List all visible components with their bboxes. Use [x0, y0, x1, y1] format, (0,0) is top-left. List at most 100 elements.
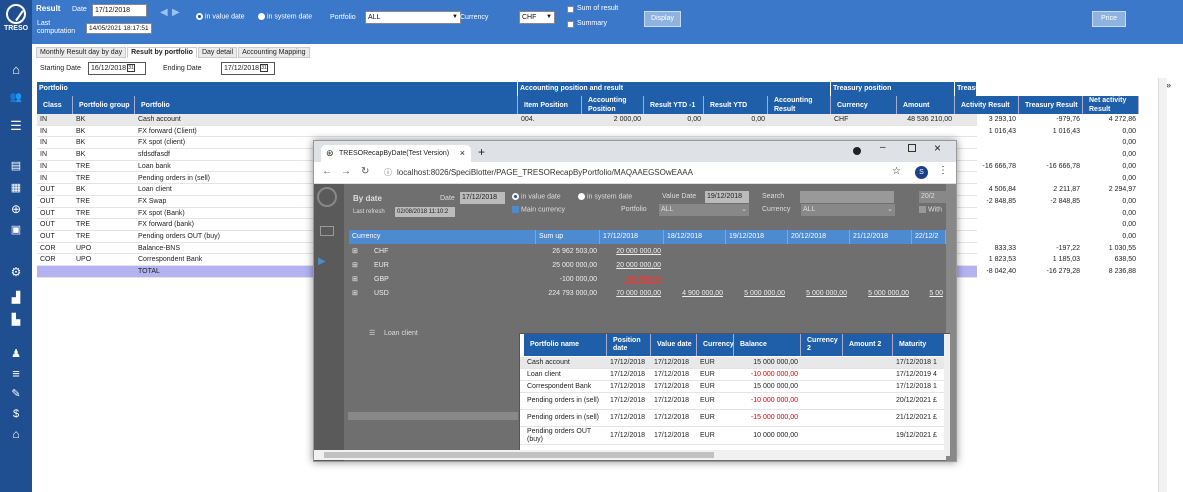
- popup-row[interactable]: Loan client 17/12/2018 17/12/2018 EUR -10 00…: [520, 369, 945, 381]
- price-button[interactable]: Price: [1092, 11, 1126, 27]
- browser-tab[interactable]: ⊛ TRESORecapByDate(Test Version) ×: [321, 145, 471, 162]
- calendar-icon[interactable]: 31: [127, 64, 136, 73]
- popup-row[interactable]: Pending orders in (sell) 17/12/2018 17/12/…: [520, 393, 945, 410]
- column-header[interactable]: Item Position: [518, 96, 582, 114]
- column-header[interactable]: Currency: [831, 96, 897, 114]
- inner-radio-value-date[interactable]: in value date: [512, 193, 561, 200]
- column-header[interactable]: Treasury Result: [1019, 96, 1083, 114]
- vertical-scrollbar[interactable]: [1158, 78, 1167, 492]
- users-icon[interactable]: 👥: [6, 90, 26, 106]
- currency-select[interactable]: CHF ▼: [519, 11, 555, 24]
- popup-column-header[interactable]: Currency: [697, 334, 734, 356]
- info-icon[interactable]: ⓘ: [384, 167, 392, 178]
- date-input[interactable]: 17/12/2018: [92, 4, 147, 17]
- bank-icon[interactable]: ⌂: [6, 426, 26, 442]
- dollar-icon[interactable]: $: [6, 406, 26, 422]
- popup-column-header[interactable]: Position date: [607, 334, 651, 356]
- briefcase-icon[interactable]: ▣: [6, 222, 26, 238]
- tab-accounting-mapping[interactable]: Accounting Mapping: [238, 47, 310, 58]
- calendar-icon[interactable]: 31: [260, 64, 269, 73]
- popup-column-header[interactable]: Value date: [651, 334, 697, 356]
- ending-date-input[interactable]: 17/12/2018 31: [221, 62, 275, 75]
- user-settings-icon[interactable]: ♟: [6, 346, 26, 362]
- inner-column-header[interactable]: 21/12/2018: [850, 230, 912, 244]
- edit-document-icon[interactable]: ✎: [6, 386, 26, 402]
- bar-chart-icon[interactable]: ▟: [6, 290, 26, 306]
- expand-arrow-icon[interactable]: ▶: [318, 256, 326, 267]
- column-header[interactable]: Result YTD: [704, 96, 768, 114]
- popup-column-header[interactable]: Balance: [734, 334, 801, 356]
- reload-icon[interactable]: ↻: [361, 166, 369, 177]
- main-currency-checkbox[interactable]: Main currency: [512, 206, 565, 213]
- next-date-icon[interactable]: ▶: [172, 7, 180, 18]
- inner-hscroll[interactable]: [348, 412, 518, 420]
- table-row[interactable]: IN BK FX forward (Client) 1 016,43 1 016,43 0…: [37, 126, 1136, 138]
- display-button[interactable]: Display: [644, 11, 681, 27]
- inner-column-header[interactable]: Sum up: [536, 230, 600, 244]
- with-checkbox[interactable]: With: [919, 206, 942, 213]
- inner-date-input[interactable]: 17/12/2018: [460, 192, 505, 204]
- column-header[interactable]: Net activity Result: [1083, 96, 1139, 114]
- column-header[interactable]: Class: [37, 96, 73, 114]
- inner-column-header[interactable]: 20/12/2018: [788, 230, 850, 244]
- radio-system-date[interactable]: in system date: [258, 13, 312, 20]
- drag-handle-icon[interactable]: ☰: [369, 329, 375, 337]
- expand-row-icon[interactable]: ⊞: [352, 273, 358, 286]
- inner-column-header[interactable]: 18/12/2018: [664, 230, 726, 244]
- star-icon[interactable]: ☆: [892, 166, 901, 177]
- close-tab-icon[interactable]: ×: [460, 145, 465, 162]
- settings-icon[interactable]: ⚙: [6, 264, 26, 280]
- portfolio-select[interactable]: ALL ▼: [365, 11, 461, 24]
- expand-row-icon[interactable]: ⊞: [352, 287, 358, 300]
- popup-column-header[interactable]: Maturity: [893, 334, 947, 356]
- column-header[interactable]: Accounting Position: [582, 96, 644, 114]
- back-icon[interactable]: ←: [322, 166, 332, 177]
- maximize-icon[interactable]: [908, 144, 916, 152]
- expand-row-icon[interactable]: ⊞: [352, 259, 358, 272]
- inner-corner-date[interactable]: 20/2: [919, 191, 949, 203]
- column-header[interactable]: Accounting Result: [768, 96, 831, 114]
- popup-column-header[interactable]: Currency 2: [801, 334, 843, 356]
- inner-portfolio-select[interactable]: ALL ⌄: [659, 204, 749, 216]
- more-menu-icon[interactable]: ⋮: [938, 165, 948, 176]
- layout-icon[interactable]: ▙: [6, 312, 26, 328]
- inner-radio-system-date[interactable]: in system date: [578, 193, 632, 200]
- forward-icon[interactable]: →: [341, 166, 351, 177]
- inner-column-header[interactable]: Currency: [349, 230, 536, 244]
- menu-lines-icon[interactable]: ≡: [6, 366, 26, 382]
- column-header[interactable]: Amount: [897, 96, 955, 114]
- radio-value-date[interactable]: in value date: [196, 13, 245, 20]
- close-window-icon[interactable]: ×: [934, 141, 941, 155]
- inner-column-header[interactable]: 17/12/2018: [600, 230, 664, 244]
- minimize-icon[interactable]: –: [880, 142, 886, 153]
- table-row[interactable]: IN BK Cash account 004. 2 000,00 0,00 0,00 CHF 4…: [37, 114, 1136, 126]
- tab-monthly-result[interactable]: Monthly Result day by day: [36, 47, 127, 58]
- record-icon[interactable]: [853, 147, 861, 155]
- column-header[interactable]: Activity Result: [955, 96, 1019, 114]
- document-settings-icon[interactable]: ▤: [6, 158, 26, 174]
- inner-column-header[interactable]: 22/12/2: [912, 230, 946, 244]
- window-hscroll[interactable]: [314, 450, 946, 460]
- url-text[interactable]: localhost:8026/SpeciBlotter/PAGE_TRESORe…: [397, 168, 693, 177]
- popup-vscroll[interactable]: [944, 334, 950, 456]
- tab-day-detail[interactable]: Day detail: [197, 47, 238, 58]
- hscroll-thumb[interactable]: [324, 452, 714, 458]
- inner-column-header[interactable]: 19/12/2018: [726, 230, 788, 244]
- popup-column-header[interactable]: Portfolio name: [524, 334, 607, 356]
- expand-row-icon[interactable]: ⊞: [352, 245, 358, 258]
- calculator-icon[interactable]: ▦: [6, 180, 26, 196]
- popup-row[interactable]: Correspondent Bank 17/12/2018 17/12/2018 EU…: [520, 381, 945, 393]
- inner-currency-select[interactable]: ALL ⌄: [801, 204, 895, 216]
- avatar[interactable]: S: [915, 166, 928, 179]
- column-header[interactable]: Portfolio: [135, 96, 518, 114]
- popup-column-header[interactable]: Amount 2: [843, 334, 893, 356]
- exchange-icon[interactable]: ⊕: [6, 201, 26, 217]
- new-tab-icon[interactable]: +: [478, 145, 485, 159]
- starting-date-input[interactable]: 16/12/2018 31: [88, 62, 146, 75]
- column-header[interactable]: Portfolio group: [73, 96, 135, 114]
- popup-row[interactable]: Cash account 17/12/2018 17/12/2018 EUR 15 00…: [520, 357, 945, 369]
- summary-checkbox[interactable]: [567, 21, 574, 28]
- search-input[interactable]: [800, 191, 894, 203]
- popup-row[interactable]: Pending orders OUT (buy) 17/12/2018 17/12/…: [520, 427, 945, 445]
- popup-row[interactable]: Pending orders in (sell) 17/12/2018 17/12/…: [520, 410, 945, 427]
